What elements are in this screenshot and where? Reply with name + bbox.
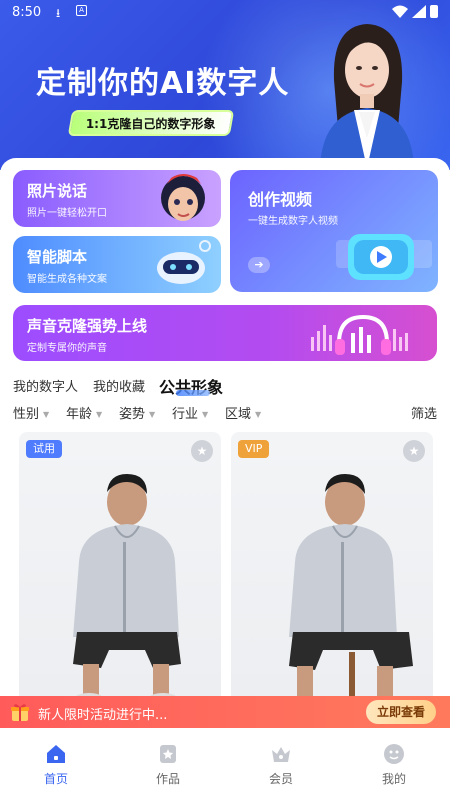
create-video-sub: 一键生成数字人视频: [248, 216, 338, 227]
caret-down-icon: ▼: [96, 410, 103, 419]
caret-down-icon: ▼: [43, 410, 50, 419]
voice-clone-title: 声音克隆强势上线: [27, 317, 148, 335]
nav-membership[interactable]: 会员: [251, 742, 311, 787]
headphones-soundwave-icon: [311, 314, 408, 355]
home-icon: [47, 745, 65, 763]
photo-talk-sub: 照片一键轻松开口: [27, 208, 107, 219]
nav-profile[interactable]: 我的: [364, 742, 424, 787]
create-video-title: 创作视频: [248, 190, 313, 209]
man-seated-figure: [73, 474, 181, 702]
filter-region-label: 区域: [225, 407, 252, 422]
cartoon-girl-illustration: [161, 174, 205, 221]
filter-pose-label: 姿势: [119, 407, 146, 422]
profile-icon: [384, 744, 404, 764]
filter-bar: 性别 ▼ 年龄 ▼ 姿势 ▼ 行业 ▼ 区域 ▼ 筛选: [13, 403, 437, 423]
filter-button[interactable]: 筛选: [411, 403, 437, 422]
video-play-illustration: [336, 234, 432, 280]
signal-icon: [412, 5, 426, 18]
filter-region[interactable]: 区域 ▼: [225, 403, 261, 422]
nav-works[interactable]: 作品: [138, 742, 198, 787]
nav-membership-label: 会员: [268, 772, 293, 786]
nav-profile-label: 我的: [381, 772, 406, 786]
filter-industry[interactable]: 行业 ▼: [172, 403, 208, 422]
nav-home[interactable]: 首页: [26, 742, 86, 787]
smart-script-card[interactable]: 智能脚本 智能生成各种文案: [13, 236, 221, 293]
smart-script-sub: 智能生成各种文案: [27, 274, 107, 285]
caret-down-icon: ▼: [202, 410, 209, 419]
active-tab-indicator: [176, 390, 210, 396]
filter-pose[interactable]: 姿势 ▼: [119, 403, 155, 422]
filter-gender-label: 性别: [13, 407, 40, 422]
arrow-right-icon[interactable]: ➔: [248, 257, 270, 273]
view-now-button[interactable]: 立即查看: [366, 700, 436, 724]
nav-works-label: 作品: [155, 772, 180, 786]
wifi-icon: [392, 5, 408, 18]
hero-subtitle: 1:1克隆自己的数字形象: [67, 110, 234, 136]
works-icon: [160, 745, 176, 763]
hero-banner[interactable]: 8:50 ⭳ A 定制你的AI数字人 1:1克隆自己的数字形象: [0, 0, 450, 170]
status-time: 8:50: [12, 5, 42, 20]
bottom-nav: 首页 作品 会员 我的: [0, 732, 450, 800]
digital-woman-illustration: [320, 24, 414, 168]
avatar-card[interactable]: 试用 ★: [19, 432, 221, 702]
battery-icon: [430, 5, 438, 18]
nav-home-label: 首页: [43, 772, 68, 786]
crown-icon: [272, 747, 290, 762]
create-video-card[interactable]: 创作视频 一键生成数字人视频: [230, 170, 438, 292]
promo-text: 新人限时活动进行中...: [38, 708, 168, 723]
filter-gender[interactable]: 性别 ▼: [13, 403, 49, 422]
photo-talk-title: 照片说话: [27, 182, 88, 200]
robot-illustration: [157, 240, 211, 284]
hero-title: 定制你的AI数字人: [36, 66, 290, 101]
filter-age[interactable]: 年龄 ▼: [66, 403, 102, 422]
voice-clone-card[interactable]: 声音克隆强势上线 定制专属你的声音: [13, 305, 437, 361]
photo-talk-card[interactable]: 照片说话 照片一键轻松开口: [13, 170, 221, 227]
man-seated-figure: [289, 474, 413, 702]
tab-my-digital-human[interactable]: 我的数字人: [13, 376, 78, 395]
tab-my-favorites[interactable]: 我的收藏: [93, 376, 145, 395]
voice-clone-sub: 定制专属你的声音: [27, 343, 107, 354]
filter-age-label: 年龄: [66, 407, 93, 422]
caret-down-icon: ▼: [149, 410, 156, 419]
avatar-card[interactable]: VIP ★: [231, 432, 433, 702]
download-icon: ⭳: [56, 6, 61, 20]
caret-down-icon: ▼: [255, 410, 262, 419]
filter-industry-label: 行业: [172, 407, 199, 422]
smart-script-title: 智能脚本: [27, 248, 88, 266]
hero-subtitle-text: 1:1克隆自己的数字形象: [85, 117, 216, 131]
promo-banner[interactable]: 新人限时活动进行中... 立即查看: [0, 696, 450, 728]
notification-a-icon: A: [76, 5, 87, 16]
gift-icon: [11, 704, 29, 721]
